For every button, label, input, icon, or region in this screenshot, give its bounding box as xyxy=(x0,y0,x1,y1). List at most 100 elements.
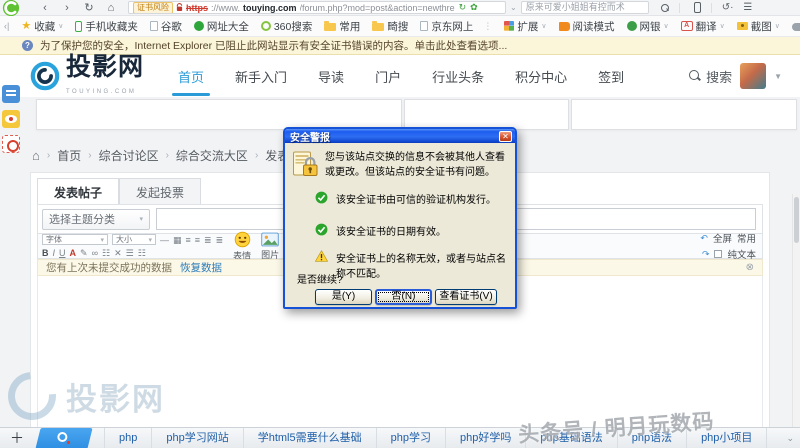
outdent-icon[interactable]: ≡ xyxy=(186,235,191,245)
nav-item-guide[interactable]: 导读 xyxy=(316,55,346,98)
share-wechat-icon[interactable] xyxy=(2,135,20,153)
url-dropdown-chevron[interactable]: ⌄ xyxy=(510,3,517,12)
active-search-tab[interactable] xyxy=(35,427,93,448)
forward-button[interactable]: › xyxy=(56,0,78,16)
emoji-button[interactable]: 表情 xyxy=(233,231,251,262)
media-icon[interactable]: ☷ xyxy=(102,248,110,258)
nav-item-newbie[interactable]: 新手入门 xyxy=(233,55,289,98)
tool-ebank[interactable]: 网银 ∨ xyxy=(626,19,669,34)
tool-translate[interactable]: A 翻译 ∨ xyxy=(680,19,725,34)
nav-item-portal[interactable]: 门户 xyxy=(373,55,403,98)
browser-search-input[interactable]: 原来可爱小姐姐有控而术 xyxy=(520,1,649,14)
bookmark-360-search[interactable]: 360搜索 xyxy=(260,19,312,34)
category-select[interactable]: 选择主题分类 ▾ xyxy=(42,208,150,230)
image-button[interactable]: 图片 xyxy=(261,232,279,261)
avatar[interactable] xyxy=(740,63,767,89)
breadcrumb-section[interactable]: 综合交流大区 xyxy=(176,147,248,164)
share-rail xyxy=(2,85,22,153)
nav-item-points[interactable]: 积分中心 xyxy=(513,55,569,98)
ordered-list-icon[interactable]: ☰ xyxy=(126,248,134,258)
scrollbar-thumb[interactable] xyxy=(794,197,799,243)
home-button[interactable]: ⌂ xyxy=(100,0,122,16)
clear-format-icon[interactable]: ✕ xyxy=(114,248,122,258)
hr-icon[interactable]: — xyxy=(160,235,169,245)
share-qzone-icon[interactable] xyxy=(2,85,20,103)
tool-extensions[interactable]: 扩展 ∨ xyxy=(504,19,547,34)
font-family-select[interactable]: 字体 ▾ xyxy=(42,234,108,245)
dialog-titlebar[interactable]: 安全警报 ✕ xyxy=(285,129,515,144)
mobile-icon[interactable] xyxy=(693,2,701,13)
address-bar[interactable]: 证书风险 https://www. touying.com/forum.php?m… xyxy=(128,1,506,14)
tab-new-post[interactable]: 发表帖子 xyxy=(37,178,120,207)
new-tab-button[interactable]: ＋ xyxy=(10,429,24,447)
share-weibo-icon[interactable] xyxy=(2,110,20,128)
bottom-link[interactable]: php语法 xyxy=(618,428,688,448)
menu-icon[interactable]: ☰ xyxy=(743,0,752,16)
restore-data-link[interactable]: 恢复数据 xyxy=(180,260,222,275)
collapse-sidebar-icon[interactable]: ‹| xyxy=(4,21,9,31)
translate-icon: A xyxy=(680,21,693,31)
font-size-select[interactable]: 大小 ▾ xyxy=(112,234,156,245)
folder-icon xyxy=(372,21,385,31)
tool-screenshot[interactable]: 截图 ∨ xyxy=(736,19,780,34)
italic-icon[interactable]: I xyxy=(53,248,56,258)
nav-item-headlines[interactable]: 行业头条 xyxy=(430,55,486,98)
bottom-link[interactable]: 学html5需要什么基础 xyxy=(244,428,377,448)
bookmark-site-directory[interactable]: 网址大全 xyxy=(193,19,249,34)
dialog-close-button[interactable]: ✕ xyxy=(499,130,512,142)
bottom-link[interactable]: php基础语法 xyxy=(526,428,618,448)
site-search-button[interactable]: 搜索 xyxy=(689,67,732,86)
refresh-icon[interactable]: ↻ xyxy=(459,2,467,13)
link-icon[interactable]: ∞ xyxy=(92,248,98,258)
reload-button[interactable]: ↻ xyxy=(78,0,100,16)
tool-games[interactable]: 游戏∨ xyxy=(791,19,800,34)
bottom-link[interactable]: php小项目 xyxy=(687,428,768,448)
chevron-down-icon[interactable]: ▼ xyxy=(774,72,782,81)
bookmark-folder-2[interactable]: 畸搜 xyxy=(372,19,408,34)
font-color-icon[interactable]: A xyxy=(70,248,77,258)
unordered-list-icon[interactable]: ☷ xyxy=(138,248,146,258)
common-toggle[interactable]: 常用 xyxy=(737,231,756,245)
bottom-link[interactable]: php学习网站 xyxy=(152,428,244,448)
bookmark-folder-common[interactable]: 常用 xyxy=(324,19,360,34)
plaintext-checkbox[interactable] xyxy=(714,250,723,258)
nav-item-home[interactable]: 首页 xyxy=(172,55,211,98)
bottom-link[interactable]: php学习 xyxy=(377,428,446,448)
nav-item-checkin[interactable]: 签到 xyxy=(596,55,626,98)
bookmark-jd[interactable]: 京东网上 xyxy=(420,19,473,34)
bookmark-favorites[interactable]: ★ 收藏 ∨ xyxy=(21,19,63,34)
yes-button[interactable]: 是(Y) xyxy=(315,289,372,305)
underline-icon[interactable]: U xyxy=(59,248,66,258)
scrollbar[interactable] xyxy=(792,194,799,448)
breadcrumb-home[interactable]: 首页 xyxy=(57,147,81,164)
bottom-link-php[interactable]: php xyxy=(104,428,153,448)
search-icon[interactable] xyxy=(660,3,669,12)
bold-icon[interactable]: B xyxy=(42,248,49,258)
insecure-lock-icon xyxy=(176,3,183,11)
site-logo[interactable]: 投影网 TOUYING.COM xyxy=(30,54,144,98)
table-icon[interactable]: ▦ xyxy=(173,235,182,245)
certificate-risk-badge[interactable]: 证书风险 xyxy=(133,2,173,13)
bookmark-mobile-favorites[interactable]: 手机收藏夹 xyxy=(75,19,138,34)
leaf-icon[interactable]: ✿ xyxy=(470,2,478,13)
align-left-icon[interactable]: ≣ xyxy=(204,235,212,245)
align-center-icon[interactable]: ≣ xyxy=(216,235,224,245)
back-button[interactable]: ‹ xyxy=(34,0,56,16)
breadcrumb-forum[interactable]: 综合讨论区 xyxy=(99,147,159,164)
history-undo-icon[interactable]: ↺· xyxy=(722,0,734,16)
indent-icon[interactable]: ≡ xyxy=(195,235,200,245)
browser-logo-icon[interactable] xyxy=(2,0,20,17)
brush-icon[interactable]: ✎ xyxy=(80,248,88,258)
home-icon[interactable]: ⌂ xyxy=(32,148,40,163)
undo-icon[interactable]: ↶ xyxy=(700,233,708,244)
fullscreen-toggle[interactable]: 全屏 xyxy=(713,231,732,245)
tool-reader-mode[interactable]: 阅读模式 xyxy=(558,19,615,34)
view-certificate-button[interactable]: 查看证书(V) xyxy=(435,289,497,305)
no-button[interactable]: 否(N) xyxy=(375,289,432,305)
close-icon[interactable]: ⊗ xyxy=(746,262,754,273)
redo-icon[interactable]: ↷ xyxy=(702,249,710,260)
tab-overflow-chevron[interactable]: ⌄ xyxy=(786,433,794,444)
tab-new-poll[interactable]: 发起投票 xyxy=(119,178,202,207)
bookmark-google[interactable]: 谷歌 xyxy=(149,19,182,34)
bottom-link[interactable]: php好学吗 xyxy=(446,428,527,448)
